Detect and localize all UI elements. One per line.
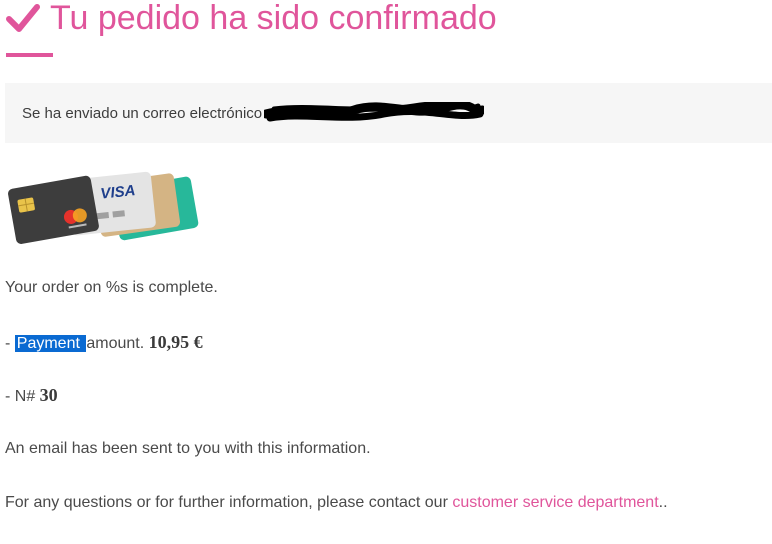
payment-rest: amount. bbox=[86, 335, 149, 352]
page-title: Tu pedido ha sido confirmado bbox=[50, 0, 497, 37]
contact-text: For any questions or for further informa… bbox=[5, 494, 453, 511]
order-complete-text: Your order on %s is complete. bbox=[5, 279, 218, 296]
checkmark-icon bbox=[6, 4, 40, 32]
customer-service-link[interactable]: customer service department bbox=[452, 494, 658, 511]
credit-cards-icon: VISA bbox=[8, 171, 199, 244]
order-number-line: - N# 30 bbox=[5, 385, 58, 406]
contact-suffix: .. bbox=[658, 494, 668, 511]
order-number-prefix: - N# bbox=[5, 388, 40, 405]
email-notice-text: Se ha enviado un correo electrónico bbox=[22, 104, 263, 122]
payment-line: - Payment amount. 10,95 € bbox=[5, 332, 203, 353]
email-notice-box: Se ha enviado un correo electrónico bbox=[5, 83, 772, 143]
visa-label: VISA bbox=[100, 182, 137, 203]
order-number-value: 30 bbox=[39, 385, 58, 405]
redacted-email-scribble bbox=[264, 102, 485, 122]
payment-highlight: Payment bbox=[14, 335, 87, 352]
email-sent-text: An email has been sent to you with this … bbox=[5, 440, 371, 457]
contact-line: For any questions or for further informa… bbox=[5, 494, 668, 512]
title-underline bbox=[6, 53, 53, 57]
page-title-row: Tu pedido ha sido confirmado bbox=[6, 0, 497, 38]
payment-prefix: - bbox=[5, 335, 15, 352]
payment-amount: 10,95 € bbox=[148, 332, 203, 352]
